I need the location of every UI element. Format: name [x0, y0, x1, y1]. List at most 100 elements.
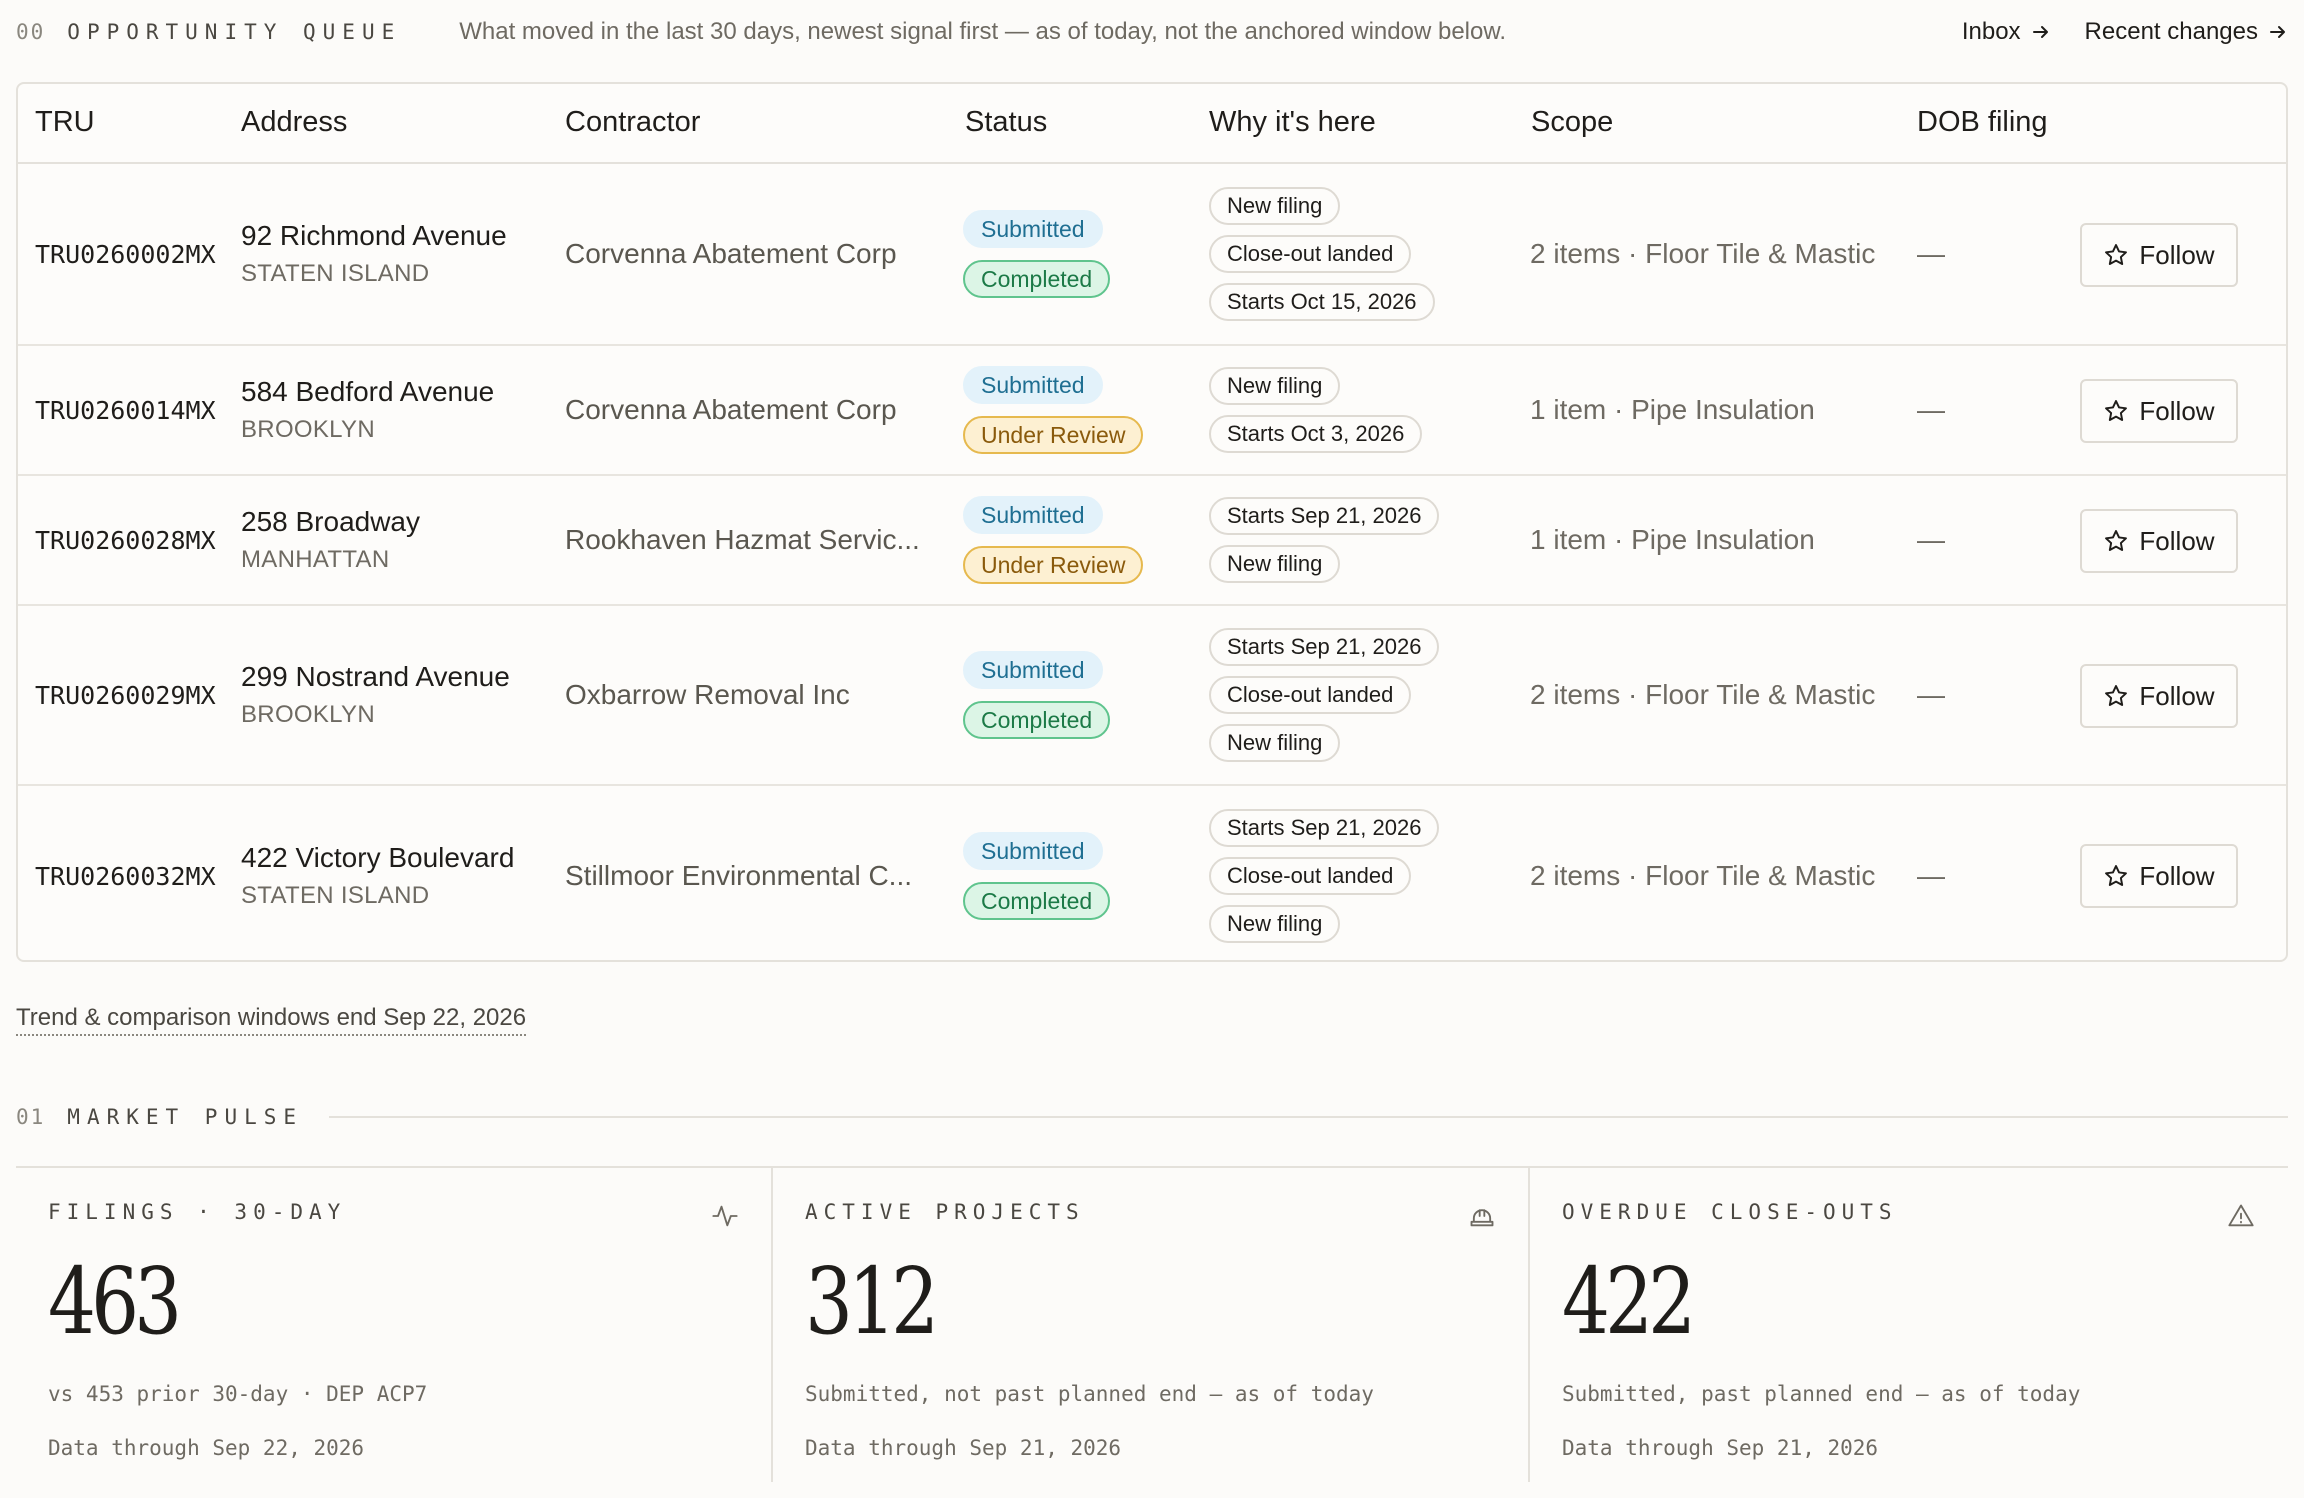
- recent-changes-link-label: Recent changes: [2084, 18, 2258, 45]
- tru-id: TRU0260002MX: [35, 239, 216, 269]
- scope-summary: 1 item · Pipe Insulation: [1530, 524, 1815, 555]
- tru-cell: TRU0260028MX: [35, 476, 216, 604]
- reason-tag: New filing: [1209, 187, 1341, 225]
- stat-label: OVERDUE CLOSE-OUTS: [1562, 1200, 1898, 1224]
- follow-button[interactable]: Follow: [2080, 509, 2238, 573]
- tru-cell: TRU0260032MX: [35, 786, 216, 960]
- contractor-cell: Rookhaven Hazmat Servic...: [565, 476, 945, 604]
- table-row: TRU0260028MX 258 Broadway MANHATTAN Rookhav…: [18, 476, 2286, 606]
- reason-tag: Starts Sep 21, 2026: [1209, 628, 1440, 666]
- column-header-tru: TRU: [35, 106, 95, 138]
- section-title: MARKET PULSE: [67, 1105, 304, 1129]
- dob-filing-cell: —: [1917, 476, 1945, 604]
- status-pills: Submitted Completed: [963, 651, 1111, 739]
- stat-value: 422: [1562, 1248, 1696, 1355]
- hard-hat-icon: [1470, 1209, 1494, 1227]
- status-cell: Submitted Completed: [963, 606, 1111, 784]
- stat-label: ACTIVE PROJECTS: [805, 1200, 1085, 1224]
- address-cell: 584 Bedford Avenue BROOKLYN: [241, 346, 494, 474]
- why-cell: New filing Close-out landed Starts Oct 15,…: [1209, 164, 1435, 344]
- activity-icon: [712, 1205, 738, 1227]
- reason-tag: Starts Oct 15, 2026: [1209, 283, 1435, 321]
- tru-id: TRU0260032MX: [35, 861, 216, 891]
- column-header-status: Status: [965, 106, 1048, 138]
- stat-value: 463: [48, 1248, 182, 1355]
- street-address: 299 Nostrand Avenue: [241, 661, 510, 692]
- scope-cell: 2 items · Floor Tile & Mastic: [1530, 786, 1876, 960]
- follow-button-label: Follow: [2139, 395, 2215, 426]
- status-badge: Submitted: [963, 651, 1103, 689]
- dob-filing-value: —: [1917, 238, 1945, 269]
- column-header-scope: Scope: [1531, 106, 1614, 138]
- inbox-link-label: Inbox: [1961, 18, 2021, 45]
- tru-id: TRU0260029MX: [35, 680, 216, 710]
- follow-button[interactable]: Follow: [2080, 844, 2238, 908]
- reason-tag: Close-out landed: [1209, 857, 1412, 895]
- status-badge: Submitted: [963, 366, 1103, 404]
- reason-tag: Starts Sep 21, 2026: [1209, 497, 1440, 535]
- follow-button-label: Follow: [2139, 860, 2215, 891]
- address-cell: 299 Nostrand Avenue BROOKLYN: [241, 606, 510, 784]
- contractor-name: Oxbarrow Removal Inc: [565, 679, 850, 710]
- scope-summary: 2 items · Floor Tile & Mastic: [1530, 679, 1876, 710]
- status-badge: Completed: [963, 701, 1111, 739]
- reason-pills: Starts Sep 21, 2026 Close-out landed New f…: [1209, 628, 1440, 762]
- table-row: TRU0260029MX 299 Nostrand Avenue BROOKLYN O…: [18, 606, 2286, 786]
- stat-subtext: Submitted, past planned end — as of toda…: [1562, 1382, 2081, 1406]
- stat-value: 312: [805, 1248, 939, 1355]
- star-icon: [2105, 685, 2128, 706]
- street-address: 584 Bedford Avenue: [241, 376, 495, 407]
- status-badge: Under Review: [963, 546, 1144, 584]
- follow-button[interactable]: Follow: [2080, 664, 2238, 728]
- status-badge: Under Review: [963, 416, 1144, 454]
- contractor-cell: Corvenna Abatement Corp: [565, 164, 945, 344]
- reason-tag: New filing: [1209, 545, 1341, 583]
- why-cell: New filing Starts Oct 3, 2026: [1209, 346, 1423, 474]
- status-cell: Submitted Under Review: [963, 476, 1144, 604]
- reason-pills: Starts Sep 21, 2026 New filing: [1209, 497, 1440, 583]
- follow-button-label: Follow: [2139, 680, 2215, 711]
- address-cell: 92 Richmond Avenue STATEN ISLAND: [241, 164, 507, 344]
- status-cell: Submitted Completed: [963, 786, 1111, 960]
- scope-cell: 1 item · Pipe Insulation: [1530, 476, 1815, 604]
- follow-button[interactable]: Follow: [2080, 379, 2238, 443]
- header-links: Inbox Recent changes: [1962, 18, 2288, 46]
- reason-tag: Starts Oct 3, 2026: [1209, 415, 1423, 453]
- status-badge: Completed: [963, 882, 1111, 920]
- stat-card-active-projects: ACTIVE PROJECTS 312 Submitted, not past …: [773, 1168, 1530, 1482]
- stat-label: FILINGS · 30-DAY: [48, 1200, 347, 1224]
- status-cell: Submitted Completed: [963, 164, 1111, 344]
- star-icon: [2105, 400, 2128, 421]
- table-row: TRU0260014MX 584 Bedford Avenue BROOKLYN Co…: [18, 346, 2286, 476]
- contractor-name: Corvenna Abatement Corp: [565, 238, 897, 269]
- reason-tag: New filing: [1209, 724, 1341, 762]
- stat-data-through: Data through Sep 22, 2026: [48, 1436, 365, 1460]
- column-header-address: Address: [241, 106, 348, 138]
- scope-cell: 2 items · Floor Tile & Mastic: [1530, 606, 1875, 784]
- trend-window-link[interactable]: Trend & comparison windows end Sep 22, 2…: [16, 1004, 527, 1036]
- contractor-name: Rookhaven Hazmat Servic...: [565, 524, 920, 555]
- stat-subtext: Submitted, not past planned end — as of …: [805, 1382, 1374, 1406]
- scope-summary: 2 items · Floor Tile & Mastic: [1530, 238, 1876, 269]
- warning-icon: [2228, 1204, 2254, 1227]
- dob-filing-cell: —: [1917, 346, 1945, 474]
- why-cell: Starts Sep 21, 2026 Close-out landed New f…: [1209, 606, 1440, 784]
- section-title: OPPORTUNITY QUEUE: [67, 20, 402, 44]
- reason-pills: New filing Close-out landed Starts Oct 15,…: [1209, 187, 1435, 321]
- stat-data-through: Data through Sep 21, 2026: [805, 1436, 1122, 1460]
- scope-cell: 2 items · Floor Tile & Mastic: [1530, 164, 1875, 344]
- inbox-link[interactable]: Inbox: [1962, 18, 2051, 46]
- star-icon: [2105, 530, 2128, 551]
- dob-filing-cell: —: [1917, 606, 1945, 784]
- follow-button[interactable]: Follow: [2080, 223, 2238, 287]
- status-pills: Submitted Completed: [963, 832, 1111, 920]
- section-description: What moved in the last 30 days, newest s…: [459, 18, 1507, 45]
- reason-pills: Starts Sep 21, 2026 Close-out landed New f…: [1209, 809, 1440, 943]
- pulse-header: 01 MARKET PULSE: [16, 1100, 2288, 1134]
- borough: BROOKLYN: [241, 701, 375, 728]
- scope-summary: 2 items · Floor Tile & Mastic: [1530, 860, 1876, 891]
- stat-card-overdue-closeouts: OVERDUE CLOSE-OUTS 422 Submitted, past p…: [1530, 1168, 2287, 1482]
- contractor-cell: Corvenna Abatement Corp: [565, 346, 945, 474]
- recent-changes-link[interactable]: Recent changes: [2085, 18, 2288, 46]
- status-badge: Submitted: [963, 210, 1103, 248]
